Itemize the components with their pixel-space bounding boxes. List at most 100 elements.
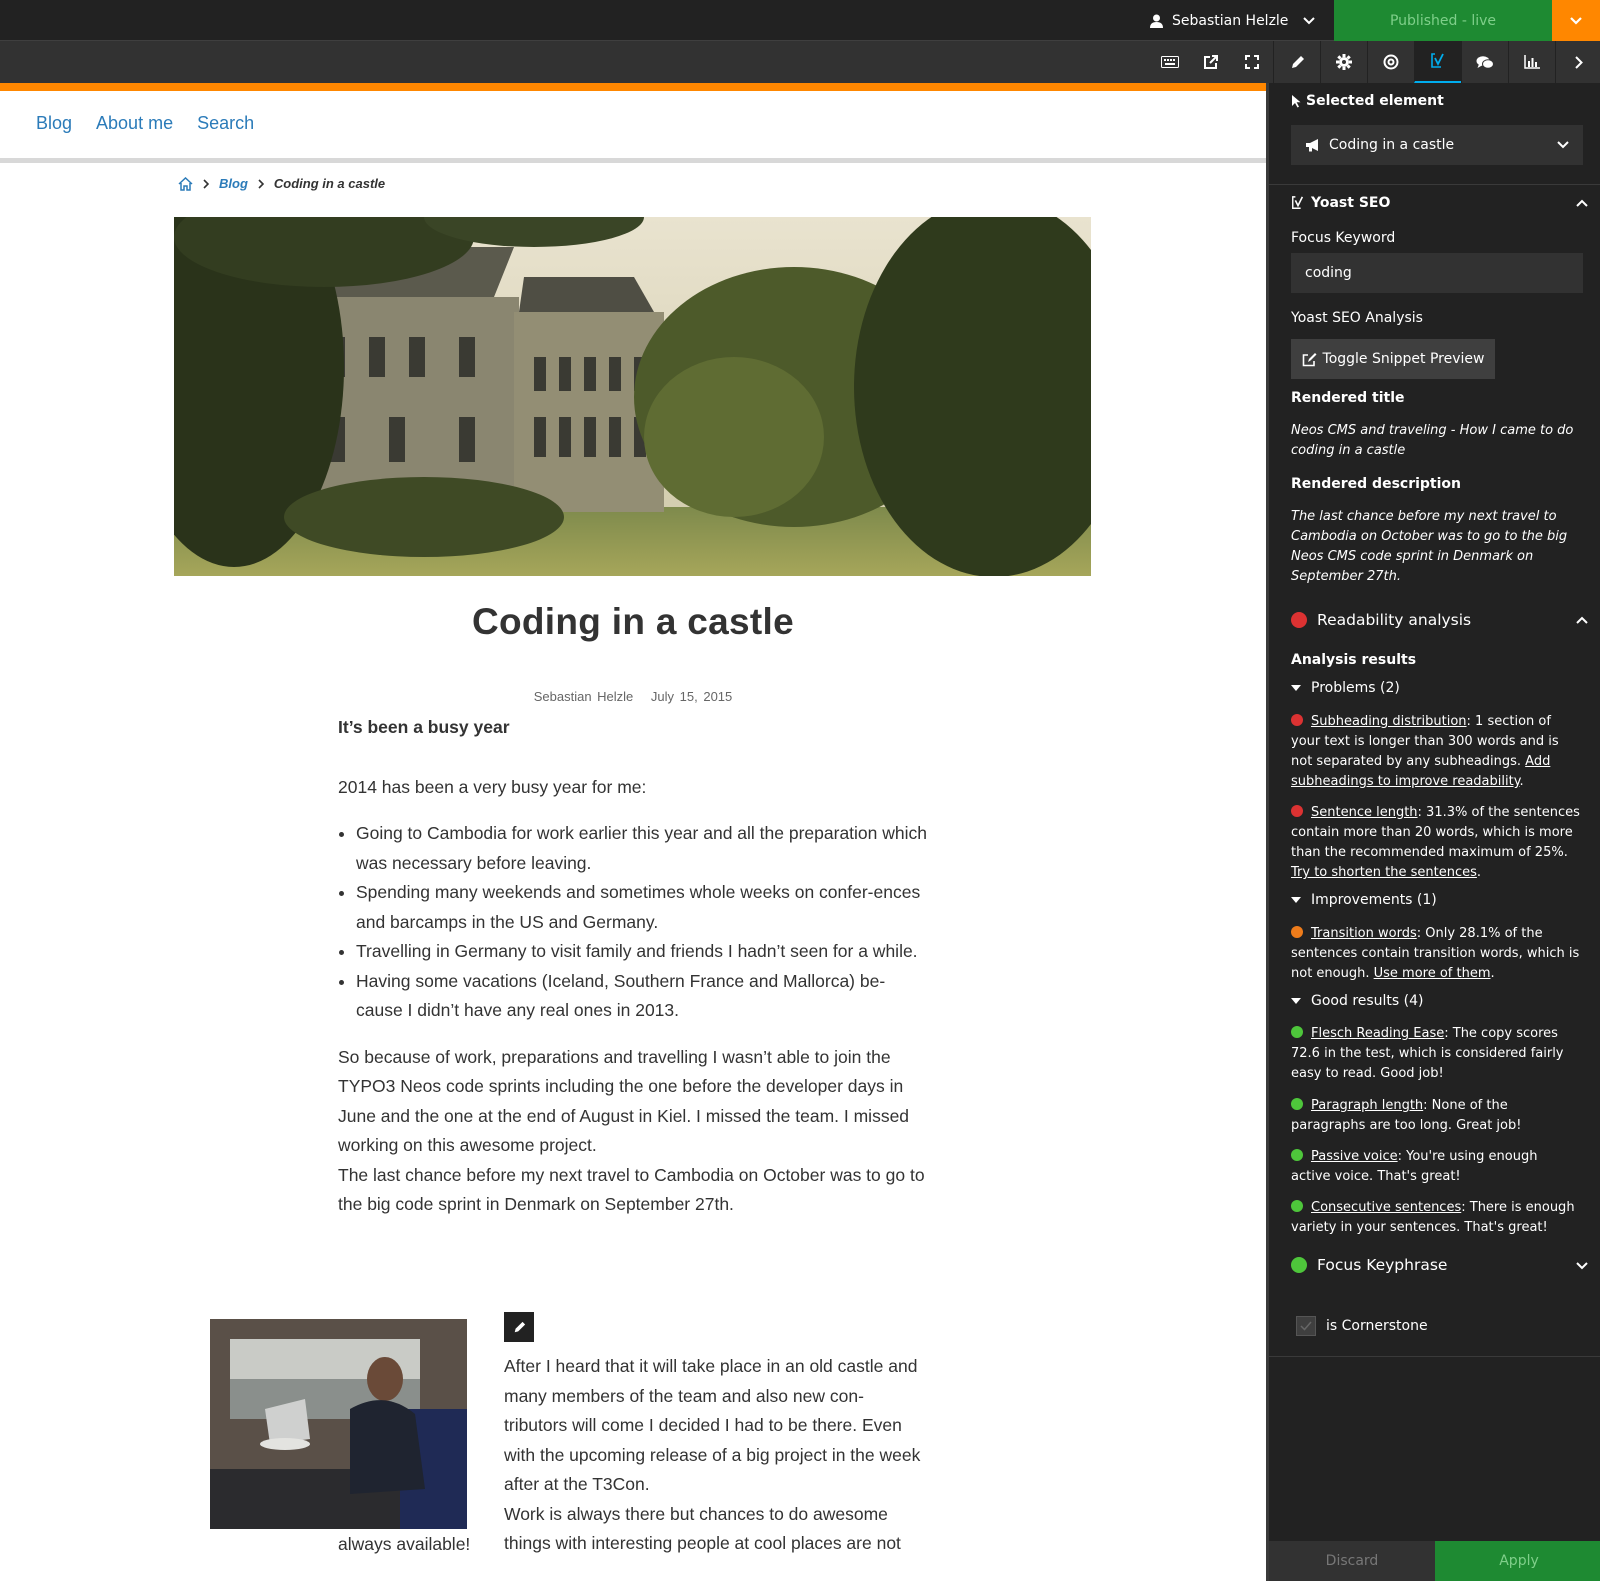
apply-button[interactable]: Apply: [1435, 1541, 1600, 1581]
article-paragraph[interactable]: The last chance before my next travel to…: [338, 1161, 928, 1220]
list-item: Having some vacations (Iceland, Southern…: [356, 967, 928, 1026]
comments-icon: [1476, 55, 1494, 69]
keyboard-shortcuts-button[interactable]: [1149, 41, 1191, 83]
home-icon[interactable]: [178, 176, 193, 191]
accent-bar: [0, 83, 1266, 91]
content-canvas: Blog About me Search Blog Coding in a ca…: [0, 83, 1266, 1581]
tab-target[interactable]: [1367, 41, 1414, 83]
caret-down-icon: [1291, 998, 1301, 1004]
caret-down-icon: [1291, 685, 1301, 691]
chevron-right-icon: [203, 178, 209, 189]
gear-icon: [1336, 54, 1352, 70]
good-dot: [1291, 1149, 1303, 1161]
preview-button[interactable]: [1190, 41, 1232, 83]
focus-keyphrase-header[interactable]: Focus Keyphrase: [1291, 1256, 1447, 1274]
list-item: Travelling in Germany to visit family an…: [356, 937, 928, 967]
toggle-snippet-preview-button[interactable]: Toggle Snippet Preview: [1291, 339, 1495, 379]
fullscreen-button[interactable]: [1231, 41, 1273, 83]
yoast-seo-header[interactable]: Yoast SEO: [1291, 195, 1390, 211]
chevron-down-icon: [1303, 16, 1316, 24]
user-menu[interactable]: Sebastian Helzle: [1150, 0, 1316, 41]
focus-keyword-input[interactable]: [1291, 253, 1583, 293]
article-bullet-list[interactable]: Going to Cambodia for work earlier this …: [338, 819, 928, 1026]
train-photo[interactable]: [210, 1319, 467, 1529]
result-subheading-distribution: Subheading distribution: 1 section of yo…: [1291, 714, 1559, 789]
list-item: Spending many weekends and sometimes who…: [356, 878, 928, 937]
yoast-icon: [1431, 53, 1444, 68]
nav-blog[interactable]: Blog: [36, 113, 72, 134]
improvements-toggle[interactable]: Improvements (1): [1291, 892, 1437, 908]
result-passive-voice: Passive voice: You're using enough activ…: [1291, 1149, 1538, 1184]
article-body[interactable]: It’s been a busy year 2014 has been a ve…: [338, 713, 928, 1220]
article-paragraph[interactable]: So because of work, preparations and tra…: [338, 1043, 928, 1161]
good-dot: [1291, 1098, 1303, 1110]
text-with-image[interactable]: After I heard that it will take place in…: [504, 1352, 924, 1559]
rendered-title: Neos CMS and traveling - How I came to d…: [1291, 423, 1574, 458]
nav-about-me[interactable]: About me: [96, 113, 173, 134]
user-name: Sebastian Helzle: [1172, 12, 1289, 29]
divider: [1269, 184, 1600, 185]
keyboard-icon: [1161, 56, 1179, 68]
breadcrumb: Blog Coding in a castle: [178, 176, 385, 191]
readability-analysis-header[interactable]: Readability analysis: [1291, 611, 1471, 629]
check-icon: [1300, 1321, 1312, 1331]
result-sentence-length: Sentence length: 31.3% of the sentences …: [1291, 805, 1580, 880]
seo-analysis-label: Yoast SEO Analysis: [1291, 310, 1423, 326]
selected-element-select[interactable]: Coding in a castle: [1291, 125, 1583, 165]
article-title[interactable]: Coding in a castle: [0, 601, 1266, 643]
edit-icon: [1302, 352, 1317, 366]
collapse-inspector-button[interactable]: [1555, 41, 1600, 83]
rendered-title-label: Rendered title: [1291, 390, 1405, 406]
focus-keyword-label: Focus Keyword: [1291, 230, 1396, 246]
divider: [1269, 1356, 1600, 1357]
chevron-right-icon: [258, 178, 264, 189]
tab-settings[interactable]: [1320, 41, 1367, 83]
chevron-down-icon[interactable]: [1576, 1262, 1588, 1270]
article-meta: Sebastian Helzle July 15, 2015: [0, 689, 1266, 704]
target-icon: [1383, 54, 1399, 70]
chart-icon: [1524, 55, 1540, 69]
tab-content[interactable]: [1273, 41, 1320, 83]
publish-dropdown-button[interactable]: [1552, 0, 1600, 41]
inspector-actions: Discard Apply: [1269, 1541, 1600, 1581]
hero-image[interactable]: [174, 217, 1091, 576]
good-results-toggle[interactable]: Good results (4): [1291, 993, 1424, 1009]
tab-yoast-seo[interactable]: [1414, 41, 1461, 83]
edit-image-button[interactable]: [504, 1312, 534, 1342]
problem-dot: [1291, 805, 1303, 817]
cornerstone-label: is Cornerstone: [1326, 1318, 1428, 1334]
cornerstone-checkbox[interactable]: [1296, 1316, 1316, 1336]
good-dot: [1291, 1200, 1303, 1212]
article-intro[interactable]: 2014 has been a very busy year for me:: [338, 773, 928, 803]
analysis-results-label: Analysis results: [1291, 652, 1417, 668]
nav-search[interactable]: Search: [197, 113, 254, 134]
chevron-down-icon: [1570, 16, 1582, 25]
breadcrumb-current: Coding in a castle: [273, 176, 386, 191]
publish-button[interactable]: Published - live: [1334, 0, 1552, 41]
article-subheading[interactable]: It’s been a busy year: [338, 713, 928, 743]
inspector-tabs: [1273, 41, 1600, 83]
yoast-icon: [1292, 196, 1304, 209]
discard-button[interactable]: Discard: [1269, 1541, 1435, 1581]
editing-toolbar: [0, 41, 1600, 83]
chevron-up-icon[interactable]: [1576, 616, 1588, 624]
article-paragraph: After I heard that it will take place in…: [504, 1356, 921, 1494]
result-flesch-reading-ease: Flesch Reading Ease: The copy scores 72.…: [1291, 1026, 1564, 1081]
sad-face-icon: [1291, 612, 1307, 628]
article-date: July 15, 2015: [650, 689, 733, 704]
cursor-icon: [1292, 95, 1301, 108]
cornerstone-checkbox-row[interactable]: is Cornerstone: [1296, 1316, 1428, 1336]
breadcrumb-blog[interactable]: Blog: [219, 176, 248, 191]
pencil-icon: [1291, 55, 1304, 68]
improvement-dot: [1291, 926, 1303, 938]
list-item: Going to Cambodia for work earlier this …: [356, 819, 928, 878]
tab-analytics[interactable]: [1508, 41, 1555, 83]
selected-element-value: Coding in a castle: [1329, 137, 1455, 153]
problems-toggle[interactable]: Problems (2): [1291, 680, 1400, 696]
good-dot: [1291, 1026, 1303, 1038]
smile-face-icon: [1291, 1257, 1307, 1273]
rendered-description-label: Rendered description: [1291, 476, 1462, 492]
tab-comments[interactable]: [1461, 41, 1508, 83]
chevron-up-icon[interactable]: [1576, 199, 1588, 207]
user-icon: [1150, 14, 1163, 28]
